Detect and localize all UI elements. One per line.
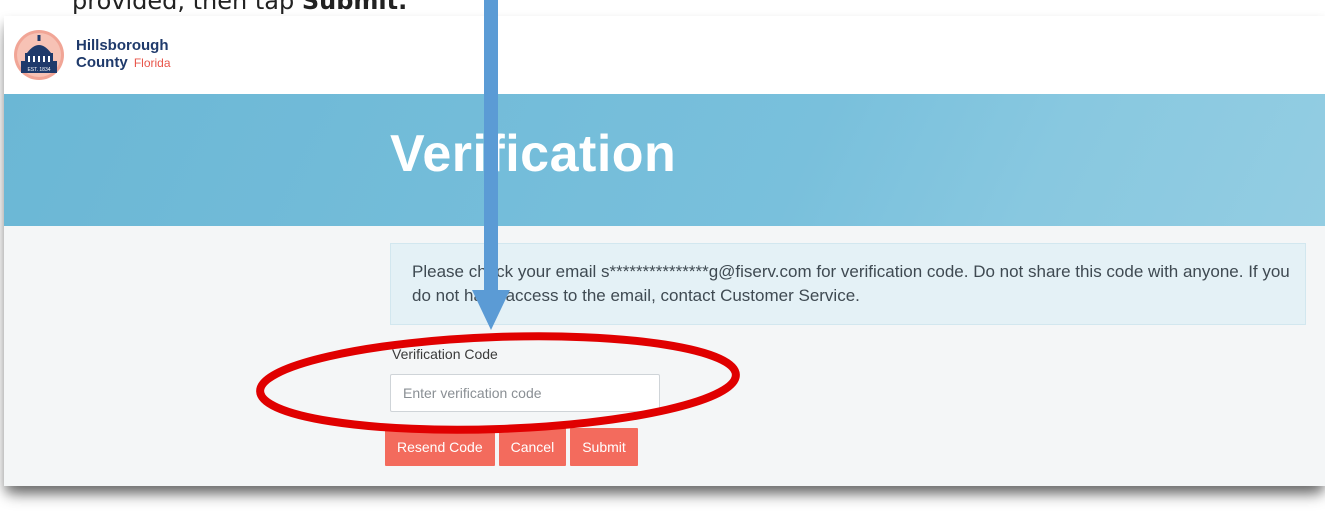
brand-line1: Hillsborough [76,37,169,54]
page-banner: Verification [4,94,1325,226]
brand-name[interactable]: Hillsborough County Florida [76,37,171,72]
notice-text: Please check your email s***************… [412,262,1290,305]
instruction-prefix: provided, then tap [72,0,302,15]
resend-code-button[interactable]: Resend Code [385,428,495,466]
brand-state: Florida [133,56,171,70]
verification-code-label: Verification Code [392,346,498,362]
site-header: EST. 1834 Hillsborough County Florida [4,16,1325,94]
brand-county: County [76,54,128,71]
brand-line2: County Florida [76,54,171,72]
cancel-button[interactable]: Cancel [498,428,567,466]
verification-code-input[interactable] [390,374,660,412]
instruction-emphasis: Submit. [301,0,408,15]
verification-notice: Please check your email s***************… [390,243,1306,325]
instruction-text: provided, then tap Submit. [72,0,407,16]
form-actions: Resend Code Cancel Submit [385,428,638,466]
screenshot-frame: EST. 1834 Hillsborough County Florida Ve… [4,16,1325,486]
seal-text: EST. 1834 [27,67,50,73]
county-seal-icon[interactable]: EST. 1834 [12,28,66,82]
page-title: Verification [390,125,677,183]
submit-button[interactable]: Submit [570,428,638,466]
